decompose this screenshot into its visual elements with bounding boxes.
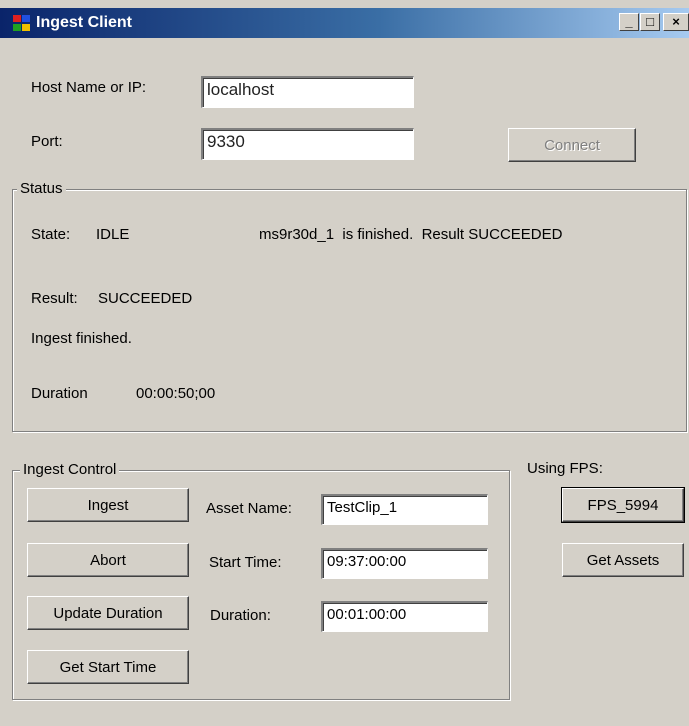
start-time-input[interactable]: 09:37:00:00 [321,548,488,579]
state-label: State: [31,226,71,243]
asset-name-label: Asset Name: [206,500,292,517]
ingest-control-group-label: Ingest Control [20,461,120,479]
duration-value: 00:00:50;00 [136,385,216,402]
window-title: Ingest Client [36,14,133,31]
status-group-label: Status [17,180,66,198]
duration-label: Duration [31,385,88,402]
get-assets-button[interactable]: Get Assets [562,543,684,577]
abort-button[interactable]: Abort [27,543,189,577]
update-duration-button[interactable]: Update Duration [27,596,189,630]
result-value: SUCCEEDED [98,290,193,307]
using-fps-label: Using FPS: [527,460,603,477]
get-start-time-button[interactable]: Get Start Time [27,650,189,684]
minimize-button[interactable]: _ [619,13,639,31]
host-label: Host Name or IP: [31,79,147,96]
status-message: ms9r30d_1 is finished. Result SUCCEEDED [259,226,563,243]
duration-field-label: Duration: [210,607,271,624]
fps-button[interactable]: FPS_5994 [561,487,685,523]
status-info: Ingest finished. [31,330,132,347]
app-icon [13,15,31,32]
state-value: IDLE [96,226,130,243]
maximize-button[interactable]: □ [640,13,660,31]
close-button[interactable]: × [663,13,689,31]
host-input[interactable]: localhost [201,76,414,108]
ingest-button[interactable]: Ingest [27,488,189,522]
connect-button[interactable]: Connect [508,128,636,162]
duration-input[interactable]: 00:01:00:00 [321,601,488,632]
port-input[interactable]: 9330 [201,128,414,160]
start-time-label: Start Time: [209,554,282,571]
asset-name-input[interactable]: TestClip_1 [321,494,488,525]
title-bar[interactable]: Ingest Client _ □ × [0,8,689,38]
port-label: Port: [31,133,63,150]
result-label: Result: [31,290,78,307]
